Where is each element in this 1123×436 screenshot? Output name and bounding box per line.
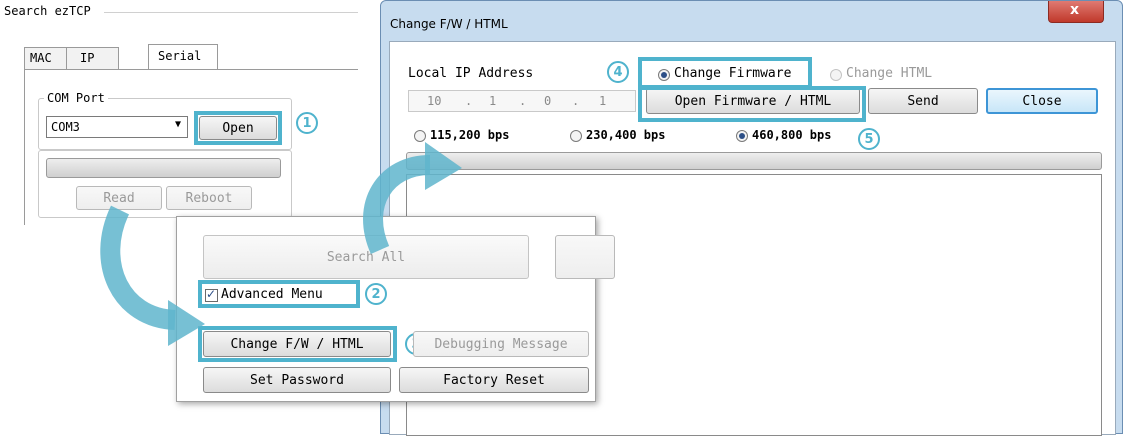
change-fw-highlight — [198, 326, 397, 362]
chevron-down-icon: ▼ — [174, 119, 181, 130]
step-1-marker: 1 — [296, 112, 318, 134]
send-button[interactable]: Send — [868, 88, 978, 114]
read-button[interactable]: Read — [76, 186, 162, 210]
open-button-highlight — [194, 111, 282, 145]
dialog-close-button[interactable]: x — [1048, 1, 1104, 23]
step-4-marker: 4 — [607, 61, 629, 83]
local-ip-label: Local IP Address — [408, 66, 534, 81]
debugging-message-button[interactable]: Debugging Message — [413, 331, 589, 357]
baud-460800-label: 460,800 bps — [752, 128, 832, 142]
arrow-down-curve — [100, 205, 176, 330]
local-ip-field[interactable]: 10 . 1 . 0 . 1 — [408, 90, 636, 112]
change-html-label: Change HTML — [846, 66, 933, 81]
open-firmware-highlight — [638, 86, 866, 122]
baud-115200-label: 115,200 bps — [430, 128, 510, 142]
reboot-button[interactable]: Reboot — [166, 186, 252, 210]
baud-460800-radio[interactable] — [736, 130, 748, 142]
progress-bar — [46, 158, 281, 178]
main-panel-overlay: Search All ✓ Advanced Menu 2 Change F/W … — [176, 216, 615, 402]
close-button[interactable]: Close — [986, 88, 1098, 114]
com-port-legend: COM Port — [44, 91, 108, 105]
step-2-marker: 2 — [365, 283, 387, 305]
search-eztcp-panel: Search ezTCP MAC IP Serial COM Port COM3… — [0, 0, 358, 225]
tab-serial[interactable]: Serial — [148, 44, 218, 70]
baud-230400-label: 230,400 bps — [586, 128, 666, 142]
factory-reset-button[interactable]: Factory Reset — [399, 367, 589, 393]
baud-115200-radio[interactable] — [414, 130, 426, 142]
group-top-line — [104, 12, 358, 13]
dialog-progress-bar — [406, 152, 1102, 170]
com-port-select[interactable]: COM3 ▼ — [46, 116, 188, 138]
x-icon: x — [1070, 2, 1080, 18]
search-eztcp-title: Search ezTCP — [4, 4, 91, 18]
change-html-radio[interactable] — [830, 69, 842, 81]
search-all-button[interactable]: Search All — [203, 235, 529, 279]
set-password-button[interactable]: Set Password — [203, 367, 391, 393]
dialog-title: Change F/W / HTML — [390, 17, 508, 31]
tab-mac[interactable]: MAC — [24, 47, 67, 69]
search-secondary-button[interactable] — [555, 235, 615, 279]
step-5-marker: 5 — [858, 128, 880, 150]
change-firmware-highlight — [638, 57, 812, 89]
advanced-menu-highlight — [198, 280, 360, 308]
baud-230400-radio[interactable] — [570, 130, 582, 142]
tab-ip[interactable]: IP — [67, 47, 119, 69]
